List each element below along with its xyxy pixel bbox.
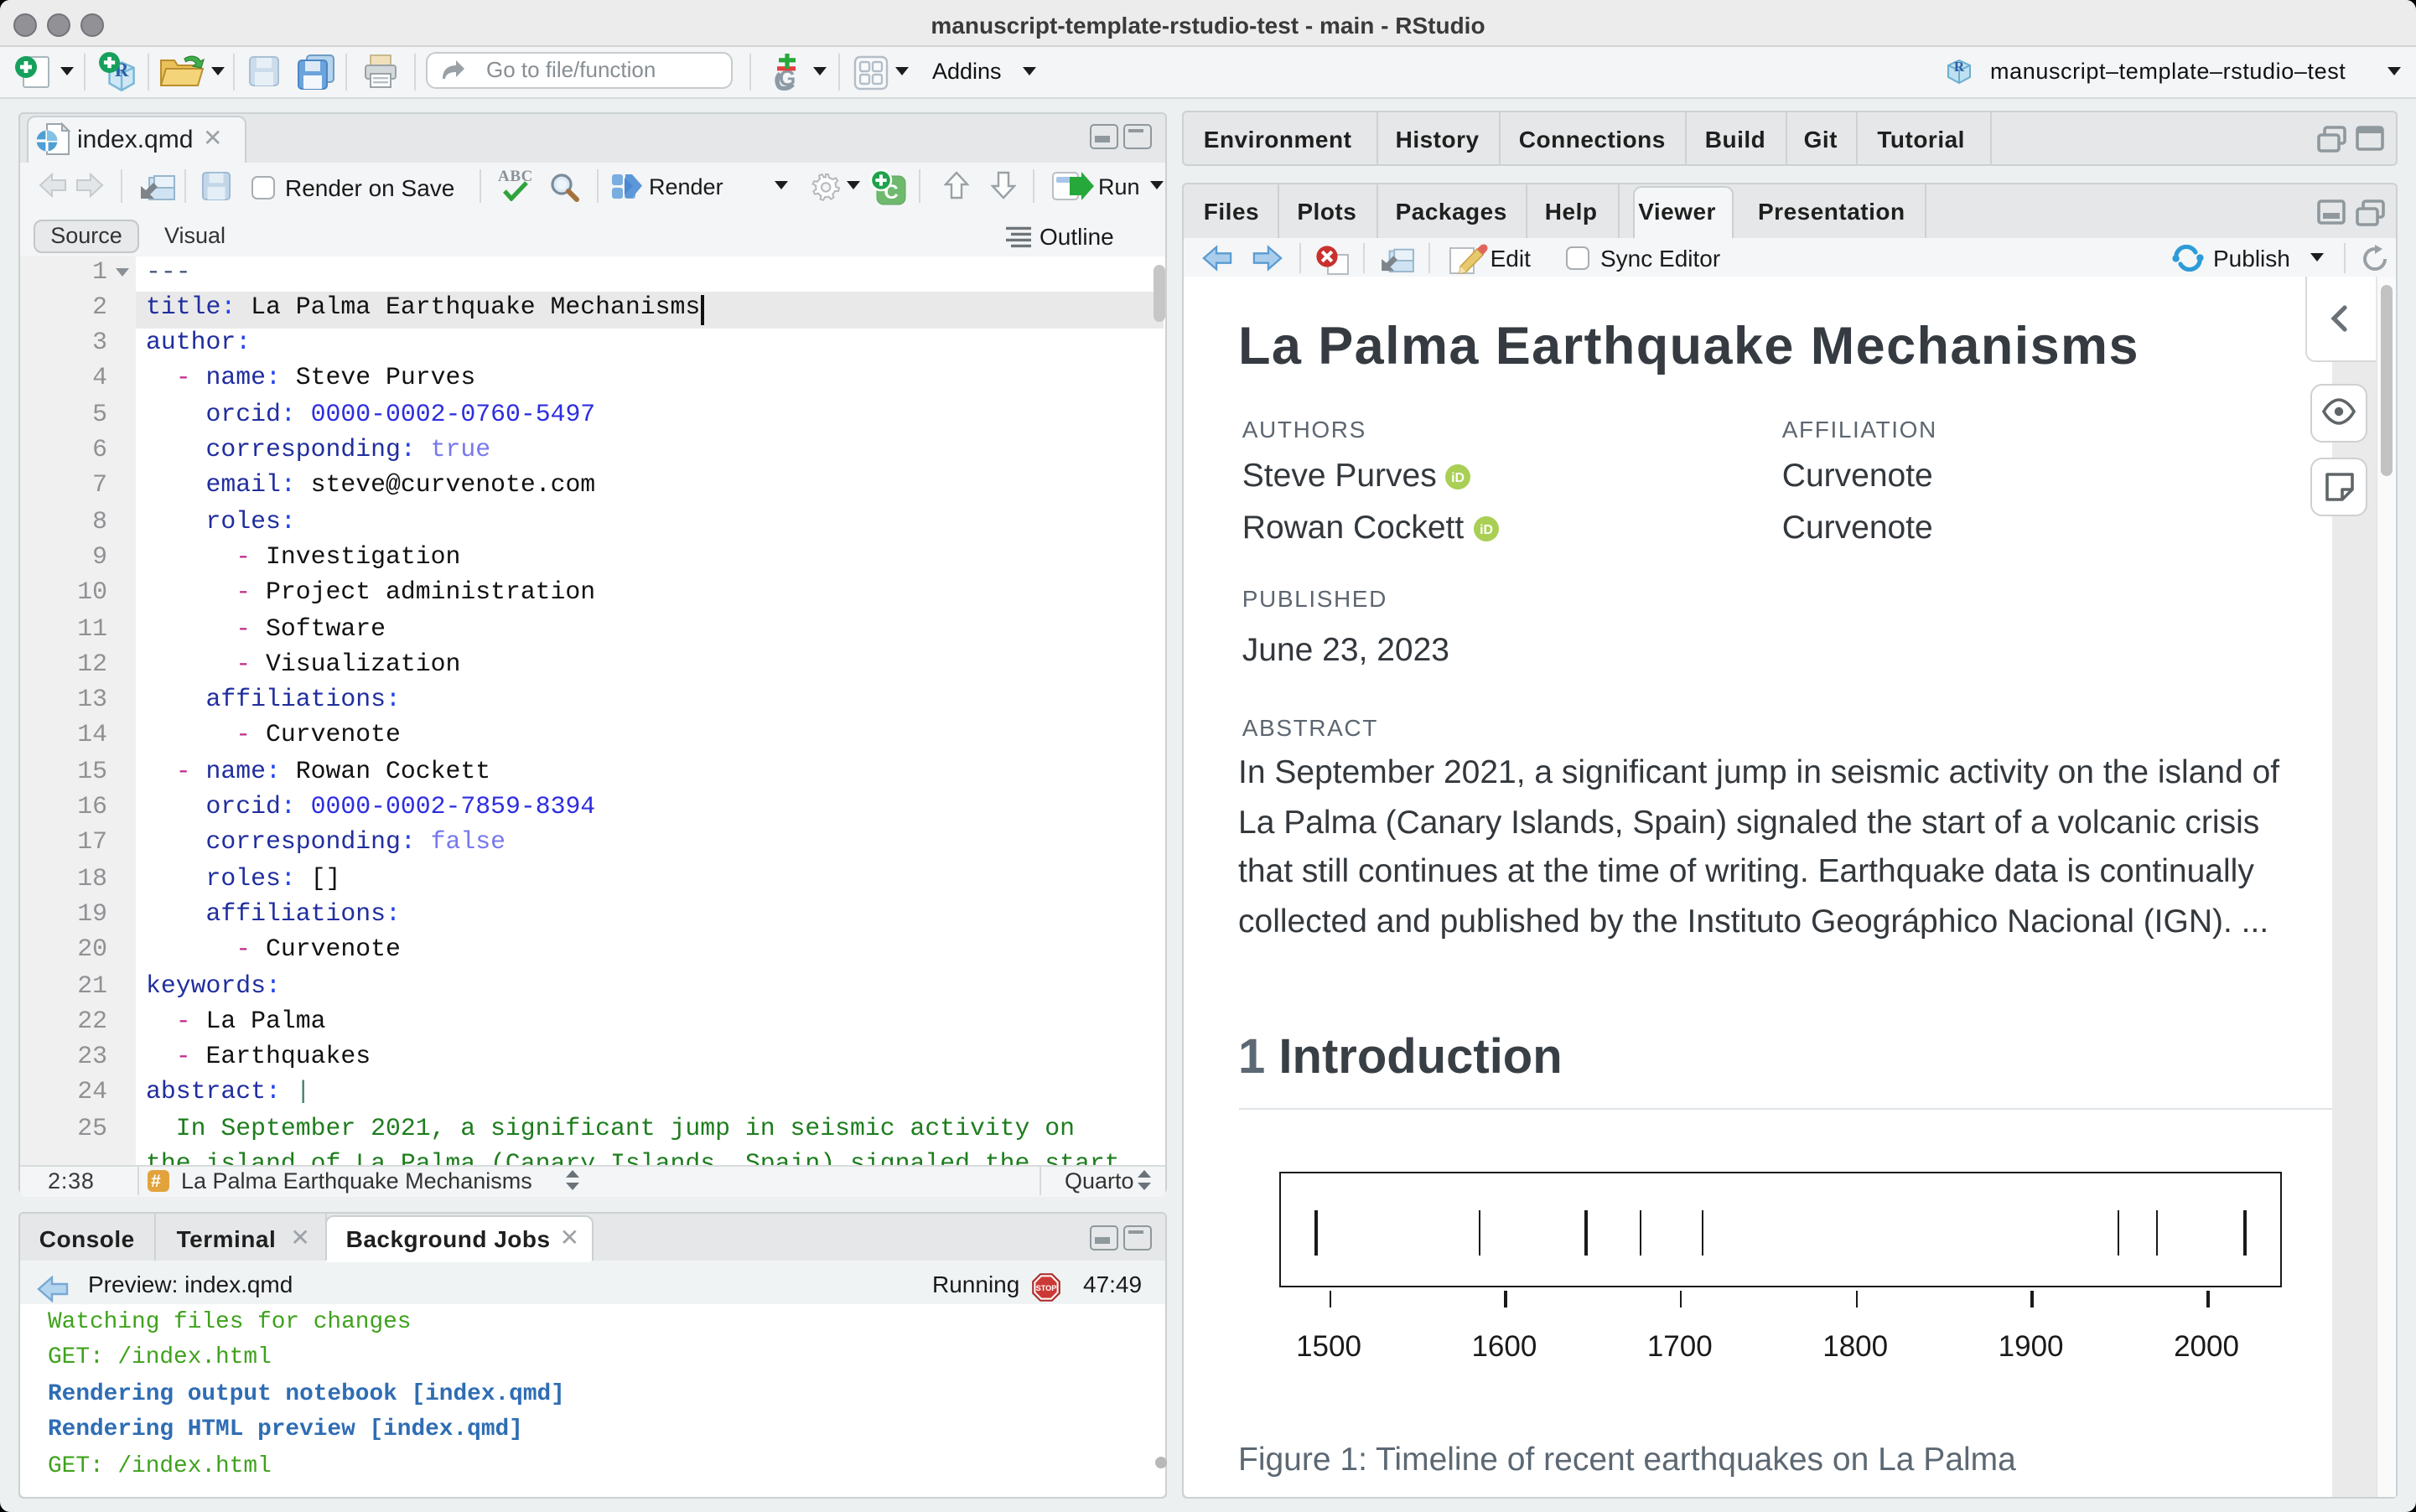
svg-text:STOP: STOP bbox=[1036, 1284, 1057, 1292]
svg-text:iD: iD bbox=[1450, 471, 1464, 485]
svg-text:R: R bbox=[1954, 59, 1965, 75]
svg-text:iD: iD bbox=[1479, 522, 1492, 536]
